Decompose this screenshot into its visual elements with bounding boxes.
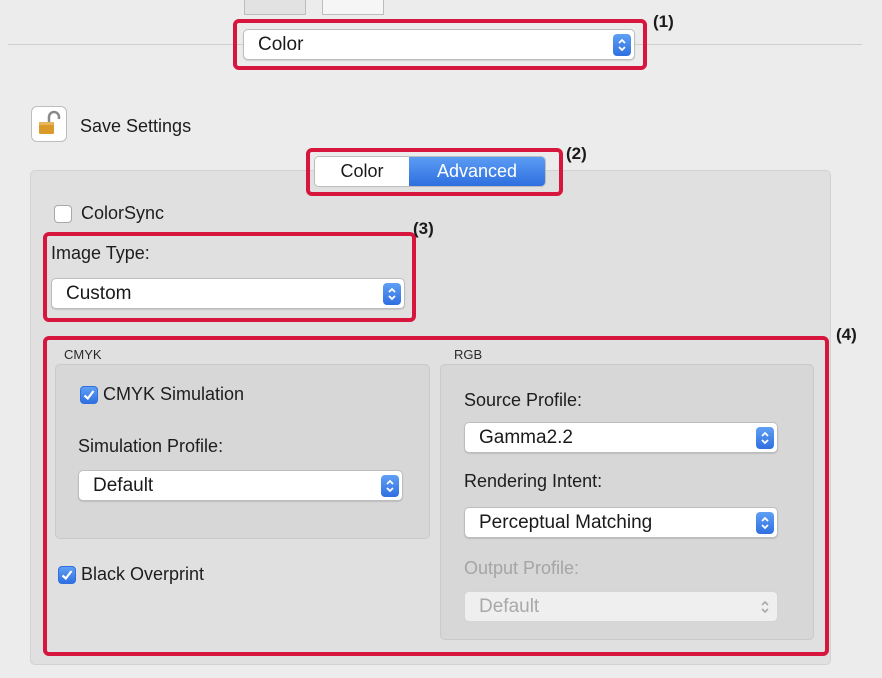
highlight-box-1 xyxy=(233,19,647,70)
tab-fragment-right[interactable] xyxy=(322,0,384,15)
highlight-box-2 xyxy=(306,148,563,196)
save-settings-label: Save Settings xyxy=(80,116,192,136)
unlocked-padlock-icon xyxy=(39,110,61,134)
highlight-box-4 xyxy=(43,336,829,656)
callout-label-3: (3) xyxy=(413,219,434,238)
colorsync-checkbox[interactable] xyxy=(54,205,72,223)
callout-label-1: (1) xyxy=(653,12,674,31)
callout-label-4: (4) xyxy=(836,325,857,344)
callout-label-2: (2) xyxy=(566,144,587,163)
tab-fragment-left[interactable] xyxy=(244,0,306,15)
lock-button[interactable] xyxy=(31,106,67,142)
highlight-box-3 xyxy=(43,232,416,322)
colorsync-label: ColorSync xyxy=(81,203,165,223)
